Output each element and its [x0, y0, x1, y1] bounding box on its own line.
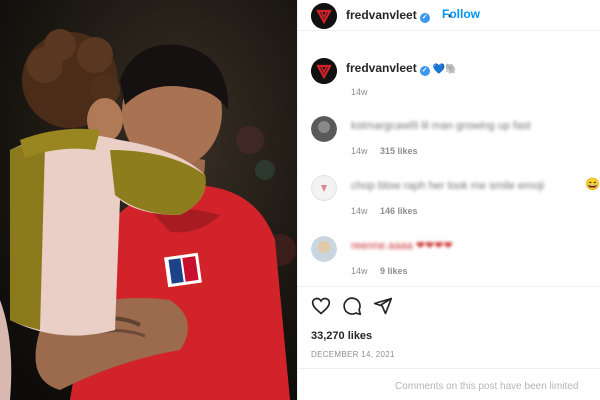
verified-badge-icon: ✓ [419, 13, 430, 23]
comment-meta: 14w 9 likes [351, 266, 418, 276]
caption-time[interactable]: 14w [351, 87, 368, 97]
comment-time[interactable]: 14w [351, 146, 368, 156]
comment-text: chop blow raph her look me smile emoji [351, 180, 545, 192]
comment-meta: 14w 146 likes [351, 206, 428, 216]
follow-button[interactable]: Follow [442, 7, 480, 21]
fvv-logo-icon [311, 3, 337, 29]
like-button[interactable] [311, 296, 331, 321]
post-header: fredvanvleet ✓ • Follow [298, 0, 600, 31]
comment-likes[interactable]: 315 likes [380, 146, 418, 156]
comment-likes[interactable]: 9 likes [380, 266, 408, 276]
caption-username-link[interactable]: fredvanvleet ✓ 💙🐘 [346, 61, 458, 76]
caption-avatar[interactable] [311, 58, 337, 84]
post-sidebar: fredvanvleet ✓ • Follow fredvanvleet ✓ 💙🐘 1… [297, 0, 600, 400]
caption-username-text: fredvanvleet [346, 61, 417, 75]
comment-button[interactable] [342, 296, 362, 321]
comment-avatar[interactable] [311, 236, 337, 262]
likes-count[interactable]: 33,270 likes [311, 330, 372, 342]
post-date[interactable]: DECEMBER 14, 2021 [311, 350, 395, 359]
comment-time[interactable]: 14w [351, 266, 368, 276]
comment-icon [343, 297, 362, 316]
comment-time[interactable]: 14w [351, 206, 368, 216]
username-text: fredvanvleet [346, 8, 417, 22]
comment-avatar[interactable] [311, 175, 337, 201]
comment-avatar[interactable] [311, 116, 337, 142]
divider [298, 286, 600, 287]
comment-likes[interactable]: 146 likes [380, 206, 418, 216]
avatar-image [311, 236, 337, 262]
heart-icon [311, 297, 331, 315]
smile-emoji-icon: 😄 [585, 177, 600, 191]
comment-text: reenne.aaaa ❤❤❤❤ [351, 240, 453, 252]
avatar[interactable] [311, 3, 337, 29]
fvv-logo-icon [311, 58, 337, 84]
avatar-image [311, 175, 337, 201]
post-photo[interactable] [0, 0, 297, 400]
comment-text: kstmargcawl9 lil man growing up fast [351, 120, 531, 132]
divider [298, 368, 600, 369]
photo-image [0, 0, 297, 400]
share-button[interactable] [373, 296, 393, 321]
verified-badge-icon: ✓ [419, 66, 430, 76]
comments-limited-notice: Comments on this post have been limited [395, 381, 579, 392]
comment-meta: 14w 315 likes [351, 146, 428, 156]
caption-emojis: 💙🐘 [432, 64, 458, 75]
avatar-image [311, 116, 337, 142]
username-link[interactable]: fredvanvleet ✓ [346, 8, 430, 23]
share-icon [373, 297, 393, 315]
